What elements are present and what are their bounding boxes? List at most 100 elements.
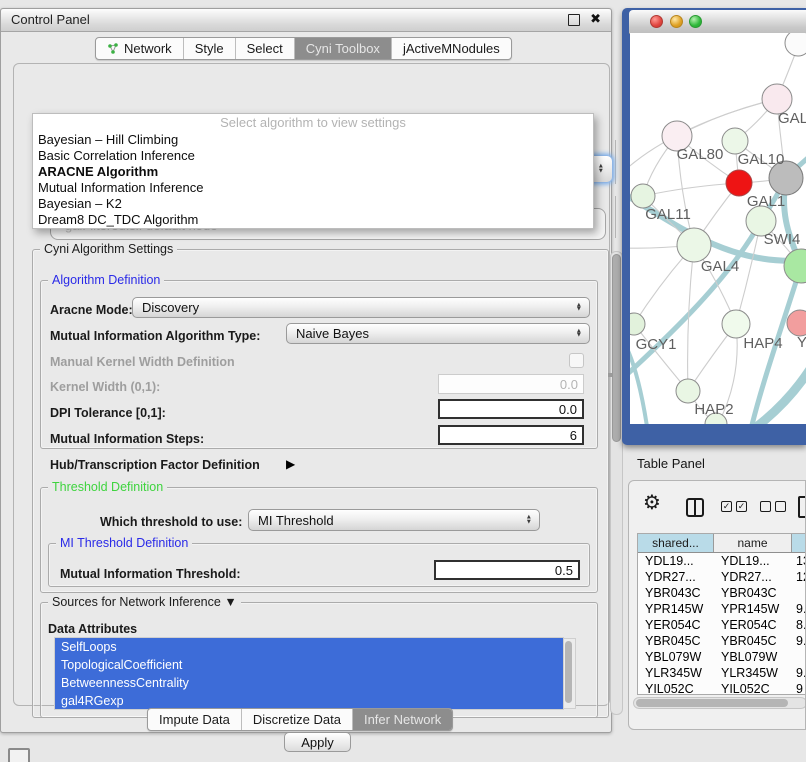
settings-scrollbar-thumb[interactable] xyxy=(612,254,621,442)
table-row[interactable]: YBL079WYBL079W xyxy=(638,649,806,665)
attributes-scrollbar-thumb[interactable] xyxy=(565,641,572,703)
zoom-traffic-light-icon[interactable] xyxy=(689,15,702,28)
tab-select[interactable]: Select xyxy=(236,38,295,59)
tab-cyni-toolbox[interactable]: Cyni Toolbox xyxy=(295,38,392,59)
tab-jactivemnodules[interactable]: jActiveMNodules xyxy=(392,38,511,59)
network-node-y[interactable] xyxy=(787,310,806,336)
network-node[interactable] xyxy=(784,249,806,283)
table-horizontal-scrollbar-thumb[interactable] xyxy=(636,699,788,707)
combo-stepper-icon: ▲▼ xyxy=(526,515,532,524)
which-threshold-combo[interactable]: MI Threshold ▲▼ xyxy=(248,509,540,531)
table-row[interactable]: YIL052CYIL052C9 xyxy=(638,681,806,695)
table-row[interactable]: YLR345WYLR345W9. xyxy=(638,665,806,681)
node-label-gal4: GAL4 xyxy=(701,258,739,275)
table-cell: 9 xyxy=(792,682,806,695)
tab-label: Network xyxy=(124,41,172,56)
cyni-algorithm-settings-title: Cyni Algorithm Settings xyxy=(40,242,177,256)
algorithm-dropdown-popup: Select algorithm to view settings Bayesi… xyxy=(32,113,594,229)
mi-threshold-input[interactable] xyxy=(434,560,580,580)
dropdown-item-basic-correlation-inference[interactable]: Basic Correlation Inference xyxy=(33,148,593,164)
table-cell: YBR045C xyxy=(714,634,792,648)
column-header-shared[interactable]: shared... xyxy=(638,534,714,552)
dpi-tolerance-input[interactable] xyxy=(438,399,584,419)
tab-label: Select xyxy=(247,41,283,56)
kernel-width-input[interactable] xyxy=(438,374,584,394)
kernel-width-label: Kernel Width (0,1): xyxy=(50,380,160,394)
tab-label: Impute Data xyxy=(159,712,230,727)
bottom-tab-discretize-data[interactable]: Discretize Data xyxy=(242,709,353,730)
bottom-tab-infer-network[interactable]: Infer Network xyxy=(353,709,452,730)
dropdown-item-aracne-algorithm[interactable]: ARACNE Algorithm xyxy=(33,164,593,180)
aracne-mode-label: Aracne Mode: xyxy=(50,303,133,317)
mi-steps-input[interactable] xyxy=(438,425,584,445)
table-row[interactable]: YPR145WYPR145W9. xyxy=(638,601,806,617)
column-header-name[interactable]: name xyxy=(714,534,792,552)
network-node-hap2[interactable] xyxy=(676,379,700,403)
table-row[interactable]: YER054CYER054C8. xyxy=(638,617,806,633)
tab-network[interactable]: Network xyxy=(96,38,184,59)
aracne-mode-combo[interactable]: Discovery ▲▼ xyxy=(132,297,590,318)
node-label-gal11: GAL11 xyxy=(645,206,691,223)
node-label-gal1: GAL1 xyxy=(747,193,785,210)
attributes-scrollbar[interactable] xyxy=(563,638,576,709)
which-threshold-label: Which threshold to use: xyxy=(100,515,242,529)
attribute-item-selfloops[interactable]: SelfLoops xyxy=(55,638,563,656)
table-row[interactable]: YDL19...YDL19...13 xyxy=(638,553,806,569)
groupbox-fragment xyxy=(615,196,616,238)
network-node-gal4[interactable] xyxy=(677,228,711,262)
dropdown-item-mutual-information-inference[interactable]: Mutual Information Inference xyxy=(33,180,593,196)
threshold-definition-title: Threshold Definition xyxy=(48,480,167,494)
checked-checkbox-icon[interactable]: ✓ xyxy=(721,501,732,512)
attribute-item-betweennesscentrality[interactable]: BetweennessCentrality xyxy=(55,674,563,692)
network-node-gcy1[interactable] xyxy=(630,313,645,335)
network-node-hap4[interactable] xyxy=(722,310,750,338)
network-canvas[interactable]: GALGAL80GAL10GAL1GAL11SWI4GAL4GCY1HAP4YH… xyxy=(630,33,806,424)
network-node[interactable] xyxy=(785,33,806,56)
table-cell: YBR043C xyxy=(638,586,714,600)
dropdown-item-dream8-dc-tdc-algorithm[interactable]: Dream8 DC_TDC Algorithm xyxy=(33,212,593,228)
unchecked-checkbox-icon[interactable] xyxy=(775,501,786,512)
bottom-tab-bar: Impute Data Discretize DataInfer Network xyxy=(147,708,453,731)
network-node-gal11[interactable] xyxy=(631,184,655,208)
table-cell: YER054C xyxy=(638,618,714,632)
close-traffic-light-icon[interactable] xyxy=(650,15,663,28)
node-label-gal80: GAL80 xyxy=(677,146,724,163)
tab-style[interactable]: Style xyxy=(184,38,236,59)
dropdown-item-bayesian-hill-climbing[interactable]: Bayesian – Hill Climbing xyxy=(33,132,593,148)
node-table[interactable]: shared...name YDL19...YDL19...13YDR27...… xyxy=(637,533,806,695)
table-cell: 9. xyxy=(792,602,806,616)
apply-button[interactable]: Apply xyxy=(284,732,351,752)
table-cell: YPR145W xyxy=(638,602,714,616)
bottom-tab-impute-data[interactable]: Impute Data xyxy=(148,709,242,730)
sources-group-title: Sources for Network Inference ▼ xyxy=(48,595,241,609)
manual-kernel-checkbox[interactable] xyxy=(569,353,584,368)
table-cell: YDL19... xyxy=(714,554,792,568)
table-cell: YBR043C xyxy=(714,586,792,600)
table-horizontal-scrollbar[interactable] xyxy=(633,697,806,709)
column-header-partial[interactable] xyxy=(792,534,806,552)
table-row[interactable]: YDR27...YDR27...12 xyxy=(638,569,806,585)
algorithm-dropdown-items: Bayesian – Hill ClimbingBasic Correlatio… xyxy=(33,132,593,228)
table-cell: YIL052C xyxy=(714,682,792,695)
float-window-icon[interactable] xyxy=(568,14,580,26)
dropdown-item-bayesian-k2[interactable]: Bayesian – K2 xyxy=(33,196,593,212)
new-table-icon[interactable] xyxy=(798,496,806,518)
collapse-arrow-icon[interactable]: ▼ xyxy=(224,595,236,609)
gear-icon[interactable]: ⚙ xyxy=(643,493,661,513)
table-row[interactable]: YBR045CYBR045C9. xyxy=(638,633,806,649)
unchecked-checkbox-icon[interactable] xyxy=(760,501,771,512)
mi-type-combo[interactable]: Naive Bayes ▲▼ xyxy=(286,323,590,344)
attribute-item-topologicalcoefficient[interactable]: TopologicalCoefficient xyxy=(55,656,563,674)
data-attributes-list[interactable]: SelfLoopsTopologicalCoefficientBetweenne… xyxy=(54,637,564,710)
minimize-traffic-light-icon[interactable] xyxy=(670,15,683,28)
hub-tf-definition-toggle[interactable]: Hub/Transcription Factor Definition ▶ xyxy=(50,458,350,474)
network-window-titlebar xyxy=(629,10,806,34)
table-row[interactable]: YBR043CYBR043C xyxy=(638,585,806,601)
cyni-toolbox-panel: ▲▼ galFiltered.sif default node Select a… xyxy=(13,63,610,706)
panel-splitter-handle[interactable] xyxy=(608,373,612,377)
collapsed-panel-icon[interactable] xyxy=(8,748,30,762)
checked-checkbox-icon[interactable]: ✓ xyxy=(736,501,747,512)
application-root: Control Panel ✖ NetworkStyleSelectCyni T… xyxy=(0,0,806,762)
close-icon[interactable]: ✖ xyxy=(590,11,601,27)
split-columns-icon[interactable] xyxy=(686,498,704,517)
